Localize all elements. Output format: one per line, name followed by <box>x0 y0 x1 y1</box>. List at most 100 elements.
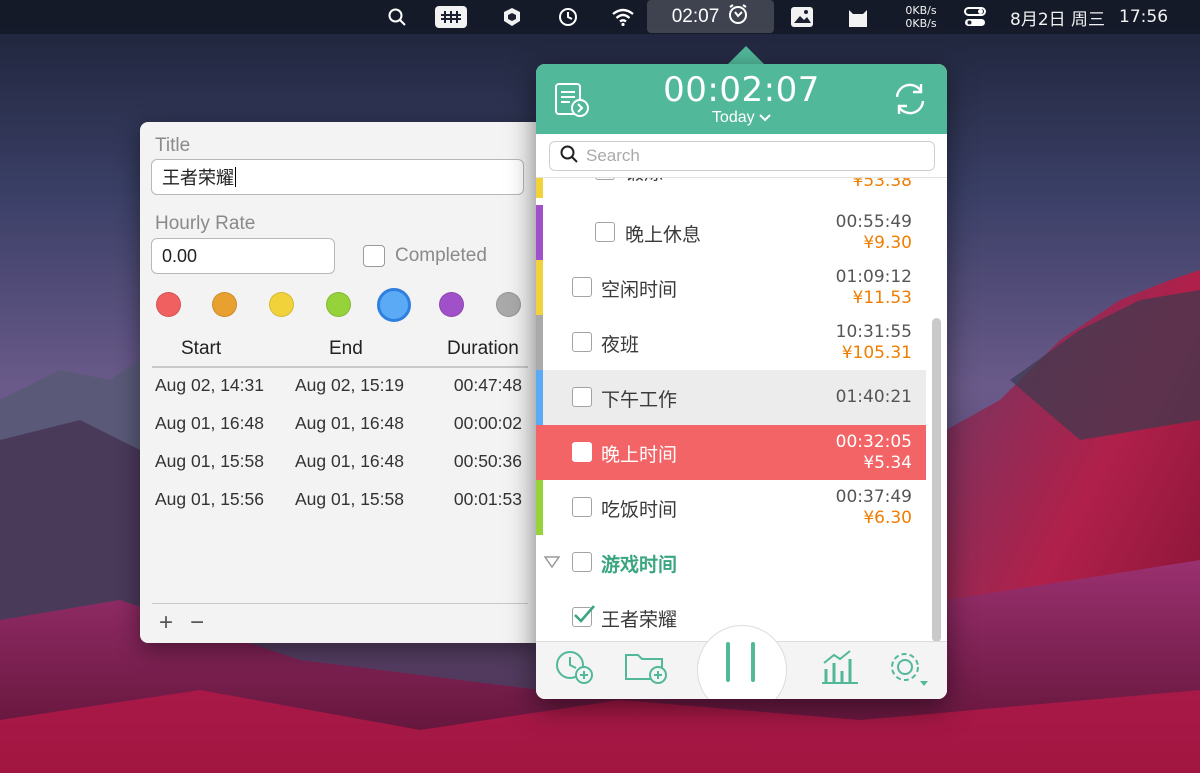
group-name: 游戏时间 <box>601 554 678 576</box>
color-swatch-orange[interactable] <box>212 292 237 317</box>
color-swatch-purple[interactable] <box>439 292 464 317</box>
color-swatch-gray[interactable] <box>496 292 521 317</box>
row-duration: 00:00:02 <box>453 413 522 433</box>
row-duration: 00:50:36 <box>453 451 522 471</box>
item-earnings: ¥9.30 <box>863 233 912 253</box>
item-checkbox[interactable] <box>595 178 615 180</box>
item-color-bar <box>536 315 543 370</box>
title-field-value: 王者荣耀 <box>162 168 234 188</box>
sync-icon[interactable] <box>891 80 929 123</box>
completed-checkbox[interactable]: Completed <box>363 245 487 267</box>
column-header-start[interactable]: Start <box>181 338 221 360</box>
row-start: Aug 01, 15:56 <box>155 489 264 509</box>
list-item[interactable]: 晚上休息 00:55:49 ¥9.30 <box>536 205 926 260</box>
checkmark-icon <box>572 603 596 632</box>
stopwatch-icon <box>727 3 749 31</box>
network-speed[interactable]: 0KB/s 0KB/s <box>898 0 944 34</box>
list-item[interactable]: 锻炼 ¥53.38 <box>536 178 926 198</box>
item-checkbox[interactable] <box>572 277 592 297</box>
item-checkbox[interactable] <box>572 387 592 407</box>
history-icon[interactable] <box>556 0 580 34</box>
completed-label: Completed <box>395 245 487 266</box>
item-name: 下午工作 <box>601 389 678 411</box>
item-duration: 00:32:05 <box>835 432 912 452</box>
item-name: 空闲时间 <box>601 279 678 301</box>
table-row[interactable]: Aug 01, 15:56 Aug 01, 15:58 00:01:53 <box>140 481 540 519</box>
color-swatch-blue-selected[interactable] <box>377 288 411 322</box>
item-name: 夜班 <box>601 334 640 356</box>
menubar-date: 8月2日 周三 <box>1010 9 1106 30</box>
wifi-icon[interactable] <box>610 0 636 34</box>
search-icon[interactable] <box>385 0 409 34</box>
photo-icon[interactable] <box>789 0 815 34</box>
add-record-button[interactable]: + <box>156 609 176 637</box>
row-end: Aug 01, 16:48 <box>295 413 404 433</box>
statistics-chart-icon[interactable] <box>820 649 860 690</box>
menubar-timer[interactable]: 02:07 <box>647 0 774 33</box>
period-selector[interactable]: Today <box>536 109 947 127</box>
menubar-clock[interactable]: 8月2日 周三 17:56 <box>1010 0 1190 34</box>
item-checkbox[interactable] <box>595 222 615 242</box>
color-swatch-yellow[interactable] <box>269 292 294 317</box>
input-method-icon[interactable] <box>434 0 467 34</box>
row-duration: 00:01:53 <box>453 489 522 509</box>
search-input[interactable]: Search <box>549 141 935 171</box>
net-upload: 0KB/s <box>905 4 937 17</box>
table-row[interactable]: Aug 01, 16:48 Aug 01, 16:48 00:00:02 <box>140 405 540 443</box>
remove-record-button[interactable]: − <box>187 609 207 637</box>
item-checkbox[interactable] <box>572 497 592 517</box>
row-end: Aug 01, 16:48 <box>295 451 404 471</box>
hourly-rate-field[interactable]: 0.00 <box>151 238 335 274</box>
search-placeholder: Search <box>586 146 640 165</box>
title-field[interactable]: 王者荣耀 <box>151 159 524 195</box>
disclosure-triangle-icon[interactable] <box>543 555 561 573</box>
list-item[interactable]: 夜班 10:31:55 ¥105.31 <box>536 315 926 370</box>
color-swatch-green[interactable] <box>326 292 351 317</box>
settings-gear-icon[interactable] <box>886 649 932 692</box>
column-header-duration[interactable]: Duration <box>447 338 519 360</box>
column-header-end[interactable]: End <box>329 338 363 360</box>
add-time-entry-icon[interactable] <box>554 649 596 690</box>
item-name: 吃饭时间 <box>601 499 678 521</box>
completed-checkbox-box[interactable] <box>363 245 385 267</box>
popover-arrow <box>727 46 765 65</box>
cat-icon[interactable] <box>845 0 871 34</box>
item-name: 晚上时间 <box>601 444 678 466</box>
table-row[interactable]: Aug 01, 15:58 Aug 01, 16:48 00:50:36 <box>140 443 540 481</box>
row-start: Aug 02, 14:31 <box>155 375 264 395</box>
row-end: Aug 02, 15:19 <box>295 375 404 395</box>
item-checkbox[interactable] <box>572 442 592 462</box>
item-duration: 01:09:12 <box>835 267 912 287</box>
task-editor-panel: Title 王者荣耀 Hourly Rate 0.00 Completed St… <box>140 122 540 643</box>
add-group-folder-icon[interactable] <box>624 649 670 690</box>
control-center-icon[interactable] <box>962 0 988 34</box>
list-item[interactable]: 空闲时间 01:09:12 ¥11.53 <box>536 260 926 315</box>
color-swatch-red[interactable] <box>156 292 181 317</box>
list-item-selected[interactable]: 下午工作 01:40:21 <box>536 370 926 425</box>
shield-icon[interactable] <box>500 0 524 34</box>
search-bar: Search <box>536 134 947 178</box>
item-checkbox[interactable] <box>572 552 592 572</box>
list-item[interactable]: 吃饭时间 00:37:49 ¥6.30 <box>536 480 926 535</box>
list-item-running[interactable]: 晚上时间 00:32:05 ¥5.34 <box>536 425 926 480</box>
item-earnings: ¥53.38 <box>852 178 912 191</box>
table-row[interactable]: Aug 02, 14:31 Aug 02, 15:19 00:47:48 <box>140 367 540 405</box>
item-earnings: ¥105.31 <box>841 343 912 363</box>
footer-divider <box>152 603 528 604</box>
menu-bar: 02:07 0KB/s 0KB/s 8月2日 周三 17:56 <box>0 0 1200 34</box>
menubar-timer-text: 02:07 <box>671 5 720 27</box>
group-item[interactable]: 游戏时间 <box>536 535 926 590</box>
row-duration: 00:47:48 <box>453 375 522 395</box>
item-duration: 01:40:21 <box>835 387 912 407</box>
item-color-bar <box>536 205 543 260</box>
pause-button[interactable] <box>697 625 787 699</box>
item-color-bar <box>536 260 543 315</box>
hourly-rate-label: Hourly Rate <box>155 213 256 234</box>
item-checkbox[interactable] <box>572 332 592 352</box>
scrollbar[interactable] <box>932 318 941 642</box>
item-color-bar <box>536 178 543 198</box>
item-earnings: ¥11.53 <box>852 288 912 308</box>
net-download: 0KB/s <box>905 17 937 30</box>
item-name: 锻炼 <box>625 178 663 185</box>
row-start: Aug 01, 15:58 <box>155 451 264 471</box>
